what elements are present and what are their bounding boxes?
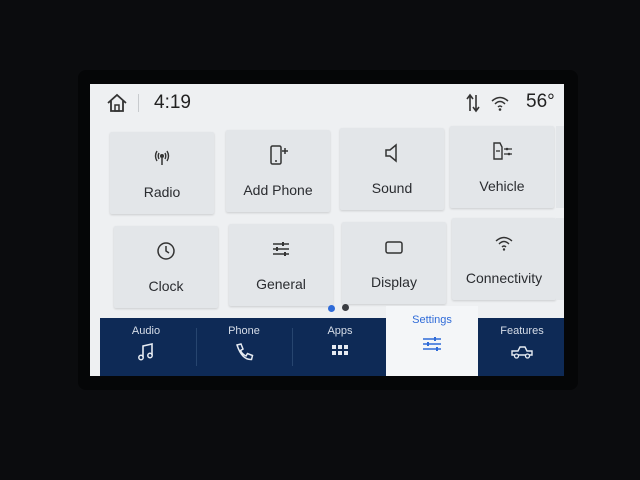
tile-label: Clock bbox=[148, 278, 184, 294]
music-note-icon bbox=[138, 343, 153, 361]
nav-apps[interactable]: Apps bbox=[294, 318, 386, 376]
nav-divider bbox=[292, 328, 293, 366]
page-dot-active[interactable] bbox=[328, 305, 335, 312]
tile-label: Vehicle bbox=[479, 178, 525, 194]
nav-divider bbox=[196, 328, 197, 366]
display-icon bbox=[385, 241, 403, 254]
wifi-status-icon bbox=[491, 96, 509, 111]
clock-time: 4:19 bbox=[154, 92, 191, 113]
vehicle-settings-icon bbox=[493, 142, 512, 160]
next-page-tile-edge bbox=[556, 126, 564, 208]
add-phone-icon bbox=[270, 145, 288, 165]
tile-vehicle[interactable]: Vehicle bbox=[450, 126, 554, 208]
tile-general[interactable]: General bbox=[229, 224, 333, 306]
settings-sliders-icon bbox=[423, 337, 441, 351]
tile-label: General bbox=[256, 276, 306, 292]
tile-label: Sound bbox=[371, 180, 413, 196]
infotainment-screen: 4:19 56° Radio Add Phone Sound Vehicle C… bbox=[90, 84, 564, 376]
truck-icon bbox=[511, 346, 533, 359]
tile-radio[interactable]: Radio bbox=[110, 132, 214, 214]
apps-grid-icon bbox=[332, 345, 348, 355]
wifi-icon bbox=[495, 236, 513, 251]
tile-add-phone[interactable]: Add Phone bbox=[226, 130, 330, 212]
page-dot[interactable] bbox=[342, 304, 349, 311]
next-page-tile-edge bbox=[556, 218, 564, 300]
home-icon[interactable] bbox=[106, 93, 128, 113]
nav-label: Settings bbox=[412, 314, 452, 326]
nav-phone[interactable]: Phone bbox=[198, 318, 290, 376]
outside-temperature: 56° bbox=[526, 91, 555, 112]
clock-icon bbox=[157, 242, 175, 260]
status-bar: 4:19 56° bbox=[90, 84, 564, 122]
tile-display[interactable]: Display bbox=[342, 222, 446, 304]
tile-label: Radio bbox=[143, 184, 181, 200]
bottom-nav: Audio Phone Apps Settings Features bbox=[100, 306, 564, 376]
tile-label: Connectivity bbox=[465, 270, 543, 286]
tile-sound[interactable]: Sound bbox=[340, 128, 444, 210]
nav-label: Audio bbox=[131, 325, 161, 337]
nav-label: Features bbox=[500, 325, 544, 337]
tile-label: Display bbox=[371, 274, 417, 290]
tile-label: Add Phone bbox=[243, 182, 313, 198]
nav-features[interactable]: Features bbox=[480, 318, 564, 376]
sliders-icon bbox=[273, 242, 289, 256]
nav-audio[interactable]: Audio bbox=[100, 318, 192, 376]
data-transfer-icon bbox=[466, 93, 480, 113]
nav-settings[interactable]: Settings bbox=[386, 306, 478, 376]
phone-icon bbox=[236, 343, 254, 361]
status-separator bbox=[138, 94, 139, 112]
speaker-icon bbox=[385, 143, 397, 163]
nav-label: Phone bbox=[228, 325, 260, 337]
tile-clock[interactable]: Clock bbox=[114, 226, 218, 308]
radio-antenna-icon bbox=[154, 150, 170, 165]
nav-label: Apps bbox=[327, 325, 353, 337]
tile-connectivity[interactable]: Connectivity bbox=[452, 218, 556, 300]
